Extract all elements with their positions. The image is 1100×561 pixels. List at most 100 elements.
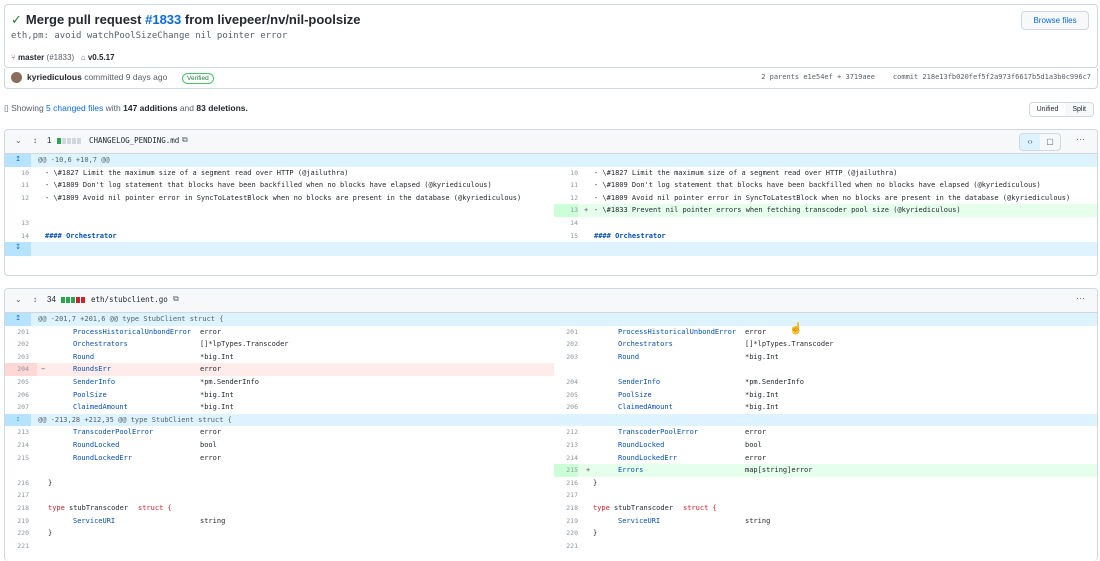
right-field: TranscoderPoolError	[618, 428, 699, 437]
right-line-number: 13	[570, 206, 578, 215]
branch-link[interactable]: master	[18, 53, 44, 62]
parents-info[interactable]: 2 parents e1e54ef + 3719aee	[761, 73, 875, 81]
check-icon: ✓	[11, 12, 22, 27]
author-link[interactable]: kyriediculous	[27, 72, 82, 82]
diff-row: 202 202 Orchestrators []*lpTypes.Transcoder…	[5, 338, 1097, 351]
left-code: - \#1809 Don't log statement that blocks…	[45, 181, 492, 190]
right-line-number: 206	[566, 403, 578, 412]
right-code: - \#1833 Prevent nil pointer errors when…	[594, 206, 961, 215]
right-field: ProcessHistoricalUnbondError	[618, 327, 737, 336]
right-field: Round	[618, 352, 640, 361]
code-view-icon[interactable]: ‹›	[1020, 134, 1040, 150]
right-line-number: 221	[566, 541, 578, 550]
left-line-number: 220	[17, 529, 29, 538]
right-code: - \#1809 Don't log statement that blocks…	[594, 181, 1041, 190]
avatar[interactable]	[11, 72, 22, 83]
right-line-number: 202	[566, 340, 578, 349]
left-type: *pm.SenderInfo	[200, 377, 260, 386]
pr-link[interactable]: #1833	[145, 12, 181, 27]
left-field: ServiceURI	[73, 516, 116, 525]
file-diff-icon: ▯	[4, 103, 9, 113]
left-field: RoundsErr	[73, 365, 111, 374]
diff-view-toggle: Unified Split	[1028, 102, 1094, 117]
left-code: - \#1827 Limit the maximum size of a seg…	[45, 168, 349, 177]
left-keyword2: struct {	[138, 503, 172, 512]
right-type: error	[745, 428, 767, 437]
left-keyword: type	[48, 503, 65, 512]
right-keyword2: struct {	[683, 503, 717, 512]
left-line-number: 203	[17, 352, 29, 361]
diff-row: 12 - \#1809 Avoid nil pointer error in Sy…	[5, 192, 1097, 205]
verified-badge[interactable]: Verified	[182, 73, 214, 84]
right-type: *big.Int	[745, 403, 779, 412]
left-line-number: 201	[17, 327, 29, 336]
added-sign: +	[586, 466, 591, 475]
diff-row: 213 212 TranscoderPoolError error Transcoder…	[5, 426, 1097, 439]
expand-up-icon[interactable]: ↥	[5, 313, 31, 326]
branch-icon: ⑂	[11, 53, 16, 62]
more-options-icon[interactable]: ···	[1076, 293, 1085, 303]
left-type: []*lpTypes.Transcoder	[200, 340, 289, 349]
left-line-number: 214	[17, 440, 29, 449]
expand-down-icon[interactable]: ↧	[5, 242, 31, 257]
right-field: Errors	[618, 466, 644, 475]
file-view-buttons: ‹› ▢	[1019, 133, 1061, 151]
left-type: error	[200, 327, 222, 336]
left-type: *big.Int	[200, 403, 234, 412]
left-type: error	[200, 365, 222, 374]
left-line-number: 10	[21, 168, 29, 177]
left-line-number: 205	[17, 377, 29, 386]
left-line-number: 202	[17, 340, 29, 349]
file-name[interactable]: CHANGELOG_PENDING.md	[89, 136, 179, 145]
left-line-number: 215	[17, 453, 29, 462]
expand-icon[interactable]: ↕	[5, 413, 31, 427]
changed-files-link[interactable]: 5 changed files	[46, 103, 103, 113]
left-line-number: 218	[17, 503, 29, 512]
commit-title: ✓ Merge pull request #1833 from livepeer/…	[11, 12, 361, 27]
right-field: Orchestrators	[618, 340, 673, 349]
right-line-number: 205	[566, 390, 578, 399]
right-code: - \#1827 Limit the maximum size of a seg…	[594, 168, 898, 177]
left-line-number: 213	[17, 428, 29, 437]
hunk-header: ↥ @@ -201,7 +201,6 @@ type StubClient st…	[5, 313, 1097, 326]
left-line-number: 13	[21, 218, 29, 227]
left-line-number: 14	[21, 231, 29, 240]
left-field: Orchestrators	[73, 340, 128, 349]
chevron-down-icon[interactable]: ⌄	[15, 295, 22, 304]
left-field: RoundLockedErr	[73, 453, 133, 462]
left-field: TranscoderPoolError	[73, 428, 154, 437]
browse-files-button[interactable]: Browse files	[1021, 11, 1089, 30]
left-type: bool	[200, 440, 217, 449]
left-brace: }	[48, 478, 53, 487]
file-diff-changelog: ⌄ ↕ 1 CHANGELOG_PENDING.md ⧉ ‹› ▢ ··· ↥ …	[4, 129, 1098, 276]
chevron-down-icon[interactable]: ⌄	[15, 136, 22, 145]
more-options-icon[interactable]: ···	[1076, 134, 1085, 144]
right-line-number: 204	[566, 377, 578, 386]
deleted-sign: −	[41, 365, 46, 374]
copy-icon[interactable]: ⧉	[182, 135, 188, 145]
expand-icon[interactable]: ↕	[33, 136, 37, 145]
diff-row: 203 203 Round *big.Int Round *big.Int	[5, 351, 1097, 364]
diff-row: 13 14	[5, 217, 1097, 230]
right-line-number: 203	[566, 352, 578, 361]
unified-button[interactable]: Unified	[1030, 103, 1066, 116]
right-field: ServiceURI	[618, 516, 661, 525]
file-name[interactable]: eth/stubclient.go	[91, 295, 168, 304]
right-type: string	[745, 516, 771, 525]
right-field: RoundLocked	[618, 440, 665, 449]
tag-link[interactable]: v0.5.17	[88, 53, 115, 62]
expand-up-icon[interactable]: ↥	[5, 154, 31, 167]
diff-row: 217 217	[5, 489, 1097, 502]
diff-row: 205 204 SenderInfo *pm.SenderInfo SenderInfo…	[5, 376, 1097, 389]
split-button[interactable]: Split	[1065, 103, 1093, 116]
commit-header: ✓ Merge pull request #1833 from livepeer/…	[4, 4, 1098, 68]
copy-icon[interactable]: ⧉	[173, 294, 179, 304]
right-keyword: type	[593, 503, 610, 512]
left-type: *big.Int	[200, 390, 234, 399]
file-diff-stubclient: ⌄ ↕ 34 eth/stubclient.go ⧉ ··· ↥ @@ -201…	[4, 288, 1098, 561]
commit-sha: commit 218e13fb020fef5f2a973f6617b5d1a3b…	[892, 73, 1091, 81]
diff-row: 11 - \#1809 Don't log statement that bloc…	[5, 179, 1097, 192]
expand-icon[interactable]: ↕	[33, 295, 37, 304]
rich-view-icon[interactable]: ▢	[1040, 134, 1060, 150]
diff-row: 214 213 RoundLocked bool RoundLocked bool	[5, 439, 1097, 452]
